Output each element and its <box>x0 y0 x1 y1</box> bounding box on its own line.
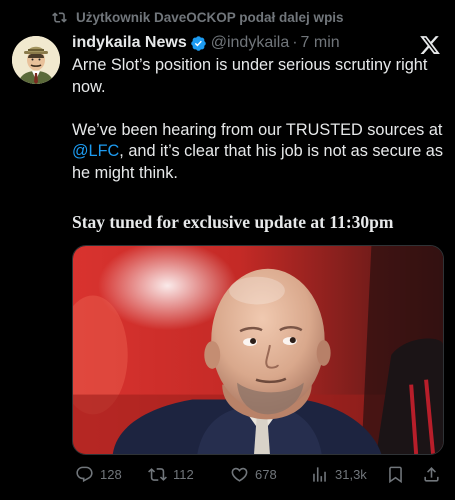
heart-icon <box>231 467 248 482</box>
tweet[interactable]: Użytkownik DaveOCKOP podał dalej wpis in… <box>0 0 455 500</box>
bookmark-icon <box>389 466 402 483</box>
author-name[interactable]: indykaila News <box>72 34 187 52</box>
repost-count: 112 <box>173 466 194 482</box>
tweet-paragraph-2: We’ve been hearing from our TRUSTED sour… <box>72 120 444 185</box>
mention-link[interactable]: @LFC <box>72 142 119 160</box>
share-button[interactable] <box>422 465 441 484</box>
views-icon <box>313 466 326 482</box>
author-handle[interactable]: @indykaila <box>211 34 290 52</box>
reply-count: 128 <box>100 466 122 482</box>
repost-text: Użytkownik DaveOCKOP podał dalej wpis <box>76 9 344 25</box>
tweet-headline: Stay tuned for exclusive update at 11:30… <box>72 212 394 232</box>
tweet-actions: 128 112 678 31,3k <box>72 462 444 486</box>
repost-icon <box>52 11 67 23</box>
like-count: 678 <box>255 466 277 482</box>
tweet-media[interactable] <box>72 245 444 455</box>
repost-indicator[interactable]: Użytkownik DaveOCKOP podał dalej wpis <box>52 8 344 26</box>
views-button[interactable]: 31,3k <box>310 465 367 484</box>
media-photo <box>73 246 443 454</box>
repost-button[interactable]: 112 <box>148 465 194 484</box>
verified-badge-icon[interactable] <box>190 35 207 52</box>
avatar[interactable] <box>12 36 60 84</box>
tweet-text: Arne Slot’s position is under serious sc… <box>72 55 444 184</box>
separator-dot: · <box>292 34 298 51</box>
share-icon <box>424 466 439 482</box>
tweet-paragraph-1: Arne Slot’s position is under serious sc… <box>72 56 428 96</box>
reply-icon <box>76 466 93 482</box>
tweet-text-part: , and it’s clear that his job is not as … <box>72 142 443 182</box>
views-count: 31,3k <box>335 466 367 482</box>
like-button[interactable]: 678 <box>230 465 277 484</box>
reply-button[interactable]: 128 <box>75 465 122 484</box>
tweet-header: indykaila News @indykaila · 7 min <box>72 33 340 53</box>
tweet-text-part: We’ve been hearing from our TRUSTED sour… <box>72 120 443 139</box>
repost-icon <box>148 467 167 481</box>
x-logo-icon[interactable] <box>419 34 441 56</box>
avatar-illustration <box>12 36 60 84</box>
bookmark-button[interactable] <box>386 465 405 484</box>
timestamp[interactable]: 7 min <box>301 34 340 52</box>
